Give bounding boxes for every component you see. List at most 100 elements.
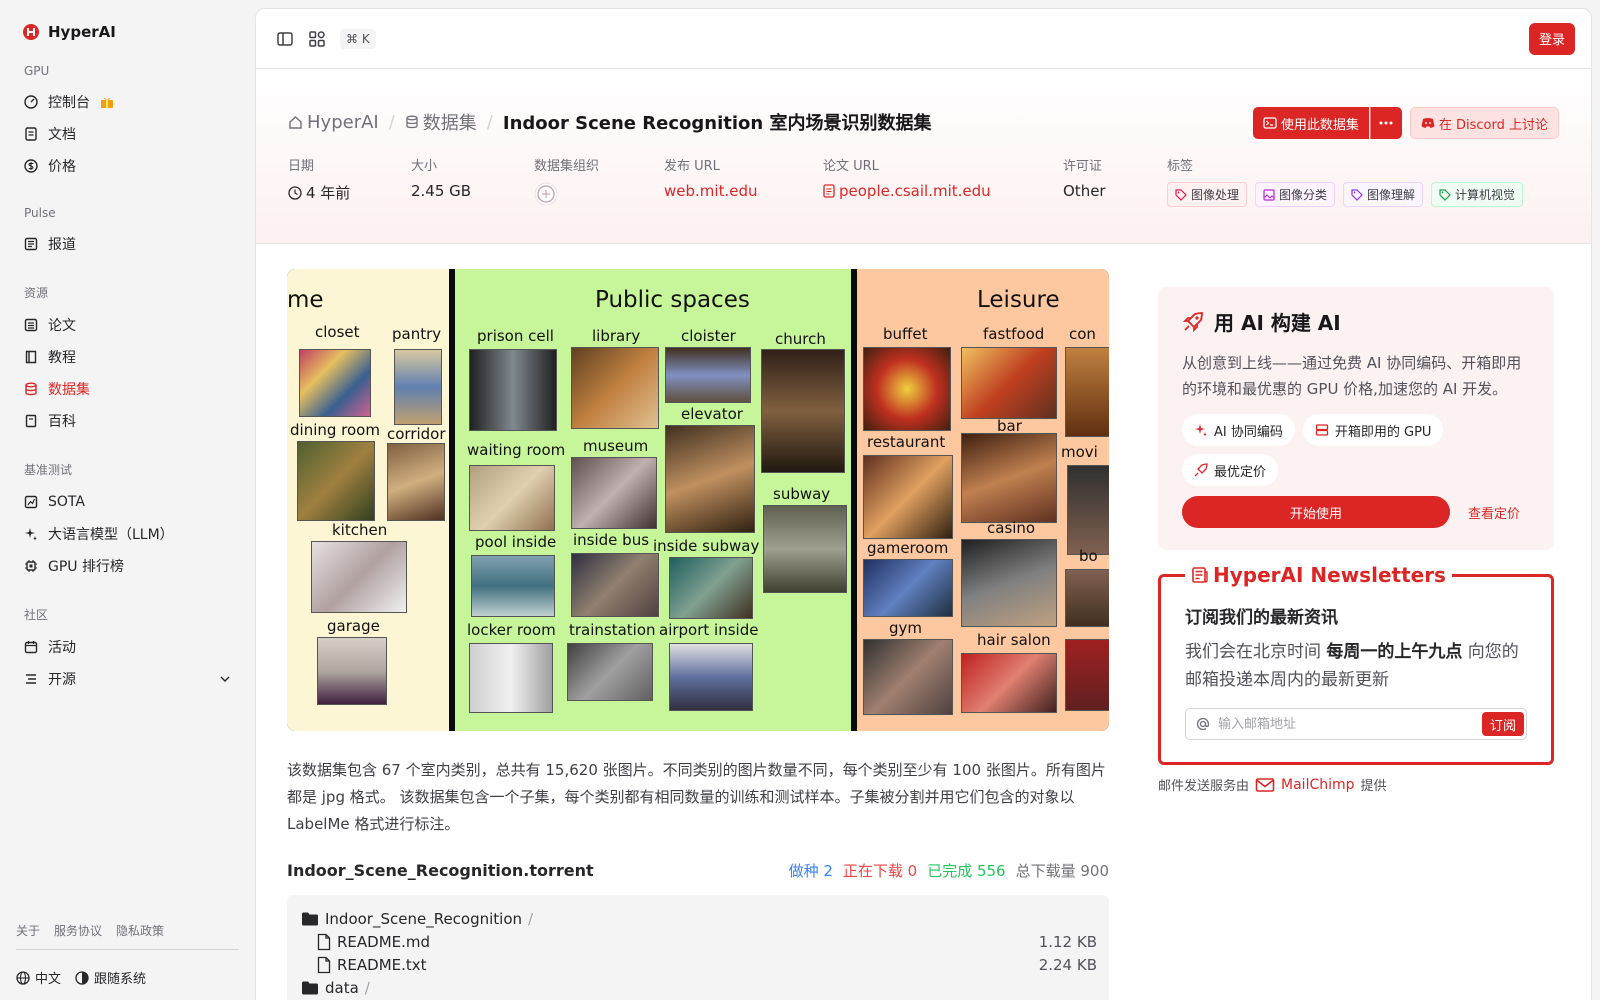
topbar: ⌘ K 登录	[256, 9, 1591, 69]
brand[interactable]: HyperAI	[16, 20, 239, 44]
meta-tags-label: 标签	[1167, 159, 1194, 174]
cover-label: library	[592, 327, 641, 345]
chip-label: AI 协同编码	[1214, 424, 1283, 440]
view-pricing-link[interactable]: 查看定价	[1468, 503, 1520, 522]
newsletter-legend: HyperAI Newsletters	[1185, 563, 1452, 587]
footer-link-terms[interactable]: 服务协议	[54, 922, 102, 939]
cover-label: airport inside	[659, 621, 759, 639]
cover-label: corridor	[387, 425, 446, 443]
language-switch[interactable]: 中文	[16, 968, 61, 987]
right-column: 用 AI 构建 AI 从创意到上线——通过免费 AI 协同编码、开箱即用的环境和…	[1158, 287, 1554, 794]
cover-thumb	[961, 347, 1057, 419]
publish-url-link[interactable]: web.mit.edu	[664, 182, 823, 200]
terminal-icon	[1263, 117, 1277, 129]
mailchimp-link[interactable]: MailChimp	[1281, 777, 1355, 793]
cover-thumb	[311, 541, 407, 613]
breadcrumb-home[interactable]: HyperAI	[288, 112, 379, 133]
sidebar-item-news[interactable]: 报道	[16, 228, 239, 260]
tag-label: 计算机视觉	[1455, 188, 1516, 202]
file-name: README.md	[337, 932, 431, 951]
sidebar-item-label: 数据集	[48, 382, 90, 398]
language-label: 中文	[35, 972, 62, 987]
cover-thumb	[394, 349, 442, 425]
sidebar-item-pricing[interactable]: 价格	[16, 150, 239, 182]
sidebar-item-label: SOTA	[48, 494, 85, 510]
breadcrumb-section[interactable]: 数据集	[405, 109, 477, 135]
email-field-wrap: 订阅	[1185, 708, 1527, 740]
email-field[interactable]	[1218, 716, 1474, 732]
footer-link-privacy[interactable]: 隐私政策	[116, 922, 164, 939]
cover-thumb	[863, 455, 953, 539]
chevron-down-icon[interactable]	[219, 673, 231, 685]
cover-thumb	[469, 643, 553, 713]
sidebar-item-datasets[interactable]: 数据集	[16, 373, 239, 405]
file-row-folder[interactable]: data /	[301, 976, 1097, 999]
sidebar-toggle-icon[interactable]	[276, 30, 294, 48]
sidebar-item-opensource[interactable]: 开源	[16, 663, 239, 695]
dollar-icon	[24, 159, 38, 173]
sidebar-item-llm[interactable]: 大语言模型（LLM）	[16, 518, 239, 550]
sidebar-item-docs[interactable]: 文档	[16, 118, 239, 150]
sidebar-item-label: 论文	[48, 318, 76, 334]
cover-thumb	[863, 347, 951, 431]
cover-thumb	[863, 639, 953, 715]
tag-image-processing[interactable]: 图像处理	[1167, 182, 1248, 207]
cover-label: restaurant	[867, 433, 946, 451]
meta-date-value-row: 4 年前	[288, 182, 411, 203]
cover-label: gym	[889, 619, 923, 637]
gift-icon	[101, 97, 113, 108]
sidebar-item-events[interactable]: 活动	[16, 631, 239, 663]
sidebar-item-console[interactable]: 控制台	[16, 86, 239, 118]
file-row[interactable]: README.txt 2.24 KB	[301, 953, 1097, 976]
cover-label: kitchen	[332, 521, 388, 539]
sidebar-item-label: 开源	[48, 672, 76, 688]
paper-url-link[interactable]: people.csail.mit.edu	[823, 182, 1063, 200]
database-icon	[406, 115, 418, 129]
file-row-folder[interactable]: Indoor_Scene_Recognition /	[301, 907, 1097, 930]
tag-computer-vision[interactable]: 计算机视觉	[1431, 182, 1524, 207]
sidebar-footer: 关于 服务协议 隐私政策 中文 跟随系统	[16, 922, 239, 987]
cover-thumb	[863, 559, 953, 617]
use-dataset-button[interactable]: 使用此数据集	[1252, 107, 1369, 139]
more-actions-button[interactable]	[1369, 107, 1402, 139]
ai-promo-title-row: 用 AI 构建 AI	[1182, 307, 1530, 336]
main-panel: ⌘ K 登录 HyperAI / 数据集 / Indoor Scene Reco…	[255, 8, 1592, 1000]
sidebar-item-wiki[interactable]: 百科	[16, 405, 239, 437]
file-row[interactable]: README.md 1.12 KB	[301, 930, 1097, 953]
tag-icon	[1439, 188, 1451, 201]
meta-date-label: 日期	[288, 159, 315, 174]
cover-label: church	[775, 330, 826, 348]
search-shortcut[interactable]: ⌘ K	[340, 28, 376, 49]
footer-link-about[interactable]: 关于	[16, 922, 40, 939]
newsletter-text: 我们会在北京时间 每周一的上午九点 向您的邮箱投递本周内的最新更新	[1185, 638, 1527, 694]
footer-links: 关于 服务协议 隐私政策	[16, 922, 239, 950]
sidebar-item-label: GPU 排行榜	[48, 559, 124, 575]
meta-license-value: Other	[1063, 182, 1106, 200]
sidebar-item-gpu-leaderboard[interactable]: GPU 排行榜	[16, 550, 239, 582]
org-logo-icon[interactable]	[534, 182, 558, 206]
dataset-cover-image: me closet pantry dining room corridor ki…	[287, 269, 1109, 731]
sidebar-item-label: 价格	[48, 159, 76, 175]
theme-switch[interactable]: 跟随系统	[75, 968, 146, 987]
subscribe-button[interactable]: 订阅	[1481, 712, 1524, 736]
cover-thumb	[471, 555, 555, 617]
meta-org: 数据集组织	[534, 155, 664, 207]
theme-label: 跟随系统	[94, 972, 147, 987]
cover-label: casino	[987, 519, 1036, 537]
sidebar-item-papers[interactable]: 论文	[16, 309, 239, 341]
sidebar-item-sota[interactable]: SOTA	[16, 486, 239, 518]
apps-icon[interactable]	[308, 30, 326, 48]
torrent-name[interactable]: Indoor_Scene_Recognition.torrent	[287, 861, 594, 880]
book-icon	[25, 350, 37, 364]
discord-discuss-button[interactable]: 在 Discord 上讨论	[1409, 107, 1559, 139]
group-label-pulse: Pulse	[24, 206, 56, 220]
mail-service-note: 邮件发送服务由 MailChimp 提供	[1158, 775, 1554, 795]
sparkles-icon	[25, 528, 37, 541]
tag-image-understanding[interactable]: 图像理解	[1343, 182, 1424, 207]
sidebar-item-tutorials[interactable]: 教程	[16, 341, 239, 373]
login-button[interactable]: 登录	[1528, 22, 1575, 55]
start-button[interactable]: 开始使用	[1182, 496, 1450, 528]
cover-thumb	[299, 349, 371, 417]
group-label-benchmarks: 基准测试	[24, 463, 73, 477]
tag-image-classification[interactable]: 图像分类	[1255, 182, 1336, 207]
